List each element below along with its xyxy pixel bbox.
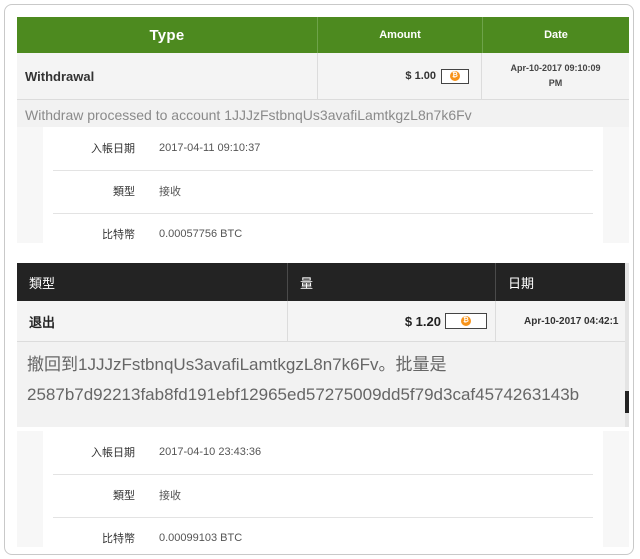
date-line-2: PM [548,78,563,88]
table-header: Type Amount Date [17,17,629,53]
table-row[interactable]: Withdrawal $ 1.00 ₿ Apr-10-2017 09:10:09… [17,53,629,100]
column-header-type[interactable]: Type [17,17,317,53]
transaction-note: Withdraw processed to account 1JJJzFstbn… [17,100,629,130]
detail-row-type: 類型 接收 [43,170,603,212]
column-header-date[interactable]: 日期 [495,263,629,301]
transaction-type: Withdrawal [25,68,95,84]
amount-value: $ 1.00 [405,70,436,82]
detail-label: 類型 [113,186,135,198]
transaction-amount: $ 1.00 ₿ [317,53,481,99]
transaction-date: Apr-10-2017 04:42:1 [495,301,629,341]
detail-row-btc: 比特幣 0.00099103 BTC [43,517,603,554]
deposit-detail-panel-1: 入帳日期 2017-04-11 09:10:37 類型 接收 比特幣 0.000… [17,127,629,243]
detail-label: 類型 [113,490,135,502]
detail-label: 比特幣 [102,533,135,545]
detail-value: 接收 [159,490,181,502]
detail-label: 比特幣 [102,229,135,241]
date-line-1: Apr-10-2017 09:10:09 [510,63,601,73]
transaction-note: 撤回到1JJJzFstbnqUs3avafiLamtkgzL8n7k6Fv。批量… [17,342,629,410]
column-header-type[interactable]: 類型 [17,263,287,301]
bitcoin-coin-icon: ₿ [461,316,471,326]
detail-row-date: 入帳日期 2017-04-11 09:10:37 [43,127,603,169]
withdrawal-table-zh: 類型 量 日期 退出 $ 1.20 ₿ Apr-10-2017 04:42:1 … [17,263,629,427]
screenshot-frame: Type Amount Date Withdrawal $ 1.00 ₿ Apr… [4,4,634,555]
currency-badge: ₿ [441,68,469,84]
detail-value: 0.00099103 BTC [159,532,243,544]
detail-value: 0.00057756 BTC [159,228,243,240]
currency-badge: ₿ [445,313,487,329]
detail-row-type: 類型 接收 [43,474,603,516]
amount-value: $ 1.20 [404,313,441,329]
deposit-detail-panel-2: 入帳日期 2017-04-10 23:43:36 類型 接收 比特幣 0.000… [17,431,629,547]
detail-row-date: 入帳日期 2017-04-10 23:43:36 [43,431,603,473]
transaction-type: 退出 [29,314,56,330]
bitcoin-coin-icon: ₿ [450,71,460,81]
note-line-1: 撤回到1JJJzFstbnqUs3avafiLamtkgzL8n7k6Fv。批量… [27,355,447,374]
table-row[interactable]: 退出 $ 1.20 ₿ Apr-10-2017 04:42:1 [17,301,629,342]
column-header-amount[interactable]: Amount [317,17,482,53]
scrollbar-thumb[interactable] [625,391,629,413]
column-header-date[interactable]: Date [482,17,629,53]
column-header-amount[interactable]: 量 [287,263,495,301]
detail-value: 接收 [159,186,181,198]
detail-label: 入帳日期 [91,143,135,155]
table-header: 類型 量 日期 [17,263,629,301]
transaction-amount: $ 1.20 ₿ [287,301,495,341]
detail-label: 入帳日期 [91,447,135,459]
detail-value: 2017-04-10 23:43:36 [159,446,262,458]
note-line-2: 2587b7d92213fab8fd191ebf12965ed57275009d… [27,385,580,404]
transaction-date: Apr-10-2017 09:10:09 PM [481,53,629,99]
horizontal-scrollbar[interactable] [625,263,629,427]
detail-value: 2017-04-11 09:10:37 [159,142,261,154]
withdrawal-table-en: Type Amount Date Withdrawal $ 1.00 ₿ Apr… [17,17,629,130]
detail-row-btc: 比特幣 0.00057756 BTC [43,213,603,255]
